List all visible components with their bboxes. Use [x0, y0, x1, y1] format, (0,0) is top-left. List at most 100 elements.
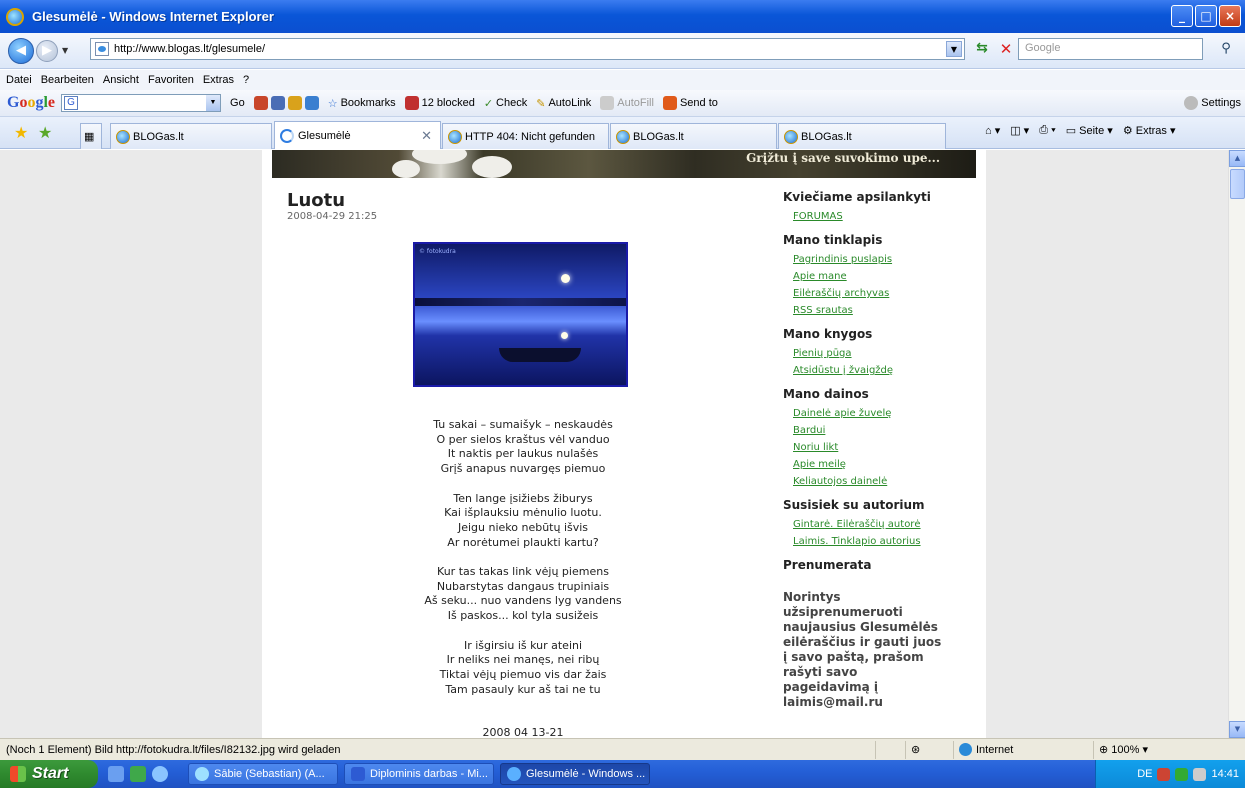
tab-glesumele[interactable]: Glesumėlė ✕: [274, 121, 441, 149]
scroll-thumb[interactable]: [1230, 169, 1245, 199]
search-input[interactable]: Google: [1018, 38, 1203, 60]
back-button[interactable]: ◀: [8, 37, 34, 64]
clock[interactable]: 14:41: [1211, 768, 1239, 780]
history-dropdown-icon[interactable]: ▼: [62, 46, 68, 55]
search-icon[interactable]: ⚲: [1212, 38, 1240, 60]
bookmarks-button[interactable]: ☆ Bookmarks: [328, 97, 396, 110]
page-icon: [95, 42, 109, 56]
close-tab-icon[interactable]: ✕: [421, 128, 432, 144]
sidebar-heading: Mano knygos: [783, 327, 873, 341]
sidebar: Kviečiame apsilankyti FORUMAS Mano tinkl…: [783, 190, 983, 710]
dropdown-icon[interactable]: ▼: [206, 95, 221, 111]
sendto-button[interactable]: Send to: [662, 96, 718, 110]
sidebar-link-site-author[interactable]: Laimis. Tinklapio autorius: [793, 536, 983, 547]
page-viewport[interactable]: Grįžtu į save suvokimo upe... Luotu 2008…: [0, 150, 1245, 738]
loading-icon: [280, 128, 294, 143]
sidebar-link-song-4[interactable]: Apie meilę: [793, 459, 983, 470]
check-icon: ✓: [483, 97, 494, 110]
quick-launch: [108, 766, 168, 782]
tray-icon[interactable]: [1157, 767, 1171, 781]
settings-button[interactable]: Settings: [1184, 96, 1241, 110]
poem-stanza: Ten lange įsižiebs žiburys Kai išplauksiu…: [444, 491, 602, 549]
sidebar-link-song-5[interactable]: Keliautojos dainelė: [793, 476, 983, 487]
header-banner: Grįžtu į save suvokimo upe...: [272, 150, 976, 178]
sidebar-link-pagrindinis[interactable]: Pagrindinis puslapis: [793, 254, 983, 265]
address-input[interactable]: http://www.blogas.lt/glesumele/ ▼: [90, 38, 965, 60]
tab-http-404[interactable]: HTTP 404: Nicht gefunden: [442, 123, 609, 149]
address-dropdown-icon[interactable]: ▼: [946, 41, 962, 57]
home-icon[interactable]: ⌂ ▾: [985, 124, 1000, 137]
taskbar: Start Sābie (Sebastian) (A... Diplominis…: [0, 760, 1245, 788]
tab-blogas-3[interactable]: BLOGas.lt: [778, 123, 946, 149]
tray-icon[interactable]: [1193, 767, 1207, 781]
status-bar: (Noch 1 Element) Bild http://fotokudra.l…: [0, 738, 1245, 760]
sidebar-link-song-1[interactable]: Dainelė apie žuvelę: [793, 408, 983, 419]
stop-icon[interactable]: ✕: [996, 40, 1016, 60]
zoom-control[interactable]: ⊕ 100% ▾: [1093, 740, 1193, 759]
google-search-input[interactable]: G ▼: [61, 94, 222, 112]
zoom-icon: ⊕: [1099, 744, 1109, 756]
zone-indicator[interactable]: Internet: [953, 740, 1093, 759]
forward-button[interactable]: ▶: [36, 39, 58, 62]
sidebar-link-apie-mane[interactable]: Apie mane: [793, 271, 983, 282]
window-title-bar[interactable]: Glesumėlė - Windows Internet Explorer _ …: [0, 0, 1245, 33]
autofill-button[interactable]: AutoFill: [600, 96, 654, 110]
post-title[interactable]: Luotu: [287, 190, 345, 211]
sidebar-link-archyvas[interactable]: Eilėraščių archyvas: [793, 288, 983, 299]
maximize-button[interactable]: □: [1195, 5, 1217, 27]
status-message: (Noch 1 Element) Bild http://fotokudra.l…: [6, 743, 341, 756]
quicklaunch-icon[interactable]: [108, 766, 124, 782]
print-icon[interactable]: ⎙ ▾: [1039, 124, 1055, 137]
favorites-star-icon[interactable]: ★: [14, 123, 28, 142]
scroll-up-icon[interactable]: ▲: [1229, 150, 1245, 167]
address-url[interactable]: http://www.blogas.lt/glesumele/: [114, 43, 265, 55]
scroll-down-icon[interactable]: ▼: [1229, 721, 1245, 738]
spellcheck-button[interactable]: ✓ Check: [484, 97, 527, 110]
header-tagline: Grįžtu į save suvokimo upe...: [746, 151, 940, 165]
sidebar-link-book-2[interactable]: Atsidūstu į žvaigždę: [793, 365, 983, 376]
task-button-1[interactable]: Sābie (Sebastian) (A...: [188, 763, 338, 785]
quicklaunch-icon[interactable]: [130, 766, 146, 782]
security-icon[interactable]: ⊛: [911, 743, 920, 756]
menu-ansicht[interactable]: Ansicht: [103, 74, 139, 86]
sidebar-link-song-2[interactable]: Bardui: [793, 425, 983, 436]
tab-blogas-1[interactable]: BLOGas.lt: [110, 123, 272, 149]
ie-page-icon: [116, 129, 130, 144]
sidebar-link-book-1[interactable]: Pienių pūga: [793, 348, 983, 359]
menu-extras[interactable]: Extras: [203, 74, 234, 86]
sidebar-link-song-3[interactable]: Noriu likt: [793, 442, 983, 453]
address-bar-row: ◀ ▶ ▼ http://www.blogas.lt/glesumele/ ▼ …: [0, 33, 1245, 69]
task-button-2[interactable]: Diplominis darbas - Mi...: [344, 763, 494, 785]
tab-blogas-2[interactable]: BLOGas.lt: [610, 123, 777, 149]
google-go-button[interactable]: Go: [230, 97, 245, 109]
popup-blocker-button[interactable]: 12 blocked: [404, 96, 475, 110]
post-date: 2008-04-29 21:25: [287, 211, 378, 222]
menu-bearbeiten[interactable]: Bearbeiten: [41, 74, 94, 86]
task-button-3[interactable]: Glesumėlė - Windows ...: [500, 763, 650, 785]
menu-datei[interactable]: Datei: [6, 74, 32, 86]
toolbar-icons[interactable]: [253, 96, 319, 110]
autolink-button[interactable]: ✎ AutoLink: [536, 97, 591, 110]
extras-menu[interactable]: ⚙ Extras ▾: [1123, 124, 1176, 137]
sidebar-link-forumas[interactable]: FORUMAS: [793, 211, 983, 222]
sidebar-link-author[interactable]: Gintarė. Eilėraščių autorė: [793, 519, 983, 530]
vertical-scrollbar[interactable]: ▲ ▼: [1228, 150, 1245, 738]
menu-favoriten[interactable]: Favoriten: [148, 74, 194, 86]
menu-help[interactable]: ?: [243, 74, 249, 86]
ie-quicklaunch-icon[interactable]: [152, 766, 168, 782]
add-favorite-icon[interactable]: ★: [38, 123, 52, 142]
seite-menu[interactable]: ▭ Seite ▾: [1066, 124, 1113, 137]
minimize-button[interactable]: _: [1171, 5, 1193, 27]
sidebar-link-rss[interactable]: RSS srautas: [793, 305, 983, 316]
close-button[interactable]: ×: [1219, 5, 1241, 27]
refresh-icon[interactable]: ⇆: [972, 40, 992, 60]
system-tray: DE 14:41: [1095, 760, 1245, 788]
feeds-icon[interactable]: ◫ ▾: [1010, 124, 1029, 137]
start-button[interactable]: Start: [0, 760, 98, 788]
blog-page: Grįžtu į save suvokimo upe... Luotu 2008…: [262, 150, 986, 738]
google-g-icon[interactable]: G: [64, 96, 79, 110]
tray-icon[interactable]: [1175, 767, 1189, 781]
quick-tabs-button[interactable]: ▦: [80, 123, 102, 149]
language-indicator[interactable]: DE: [1137, 768, 1152, 780]
sidebar-heading: Mano dainos: [783, 387, 869, 401]
